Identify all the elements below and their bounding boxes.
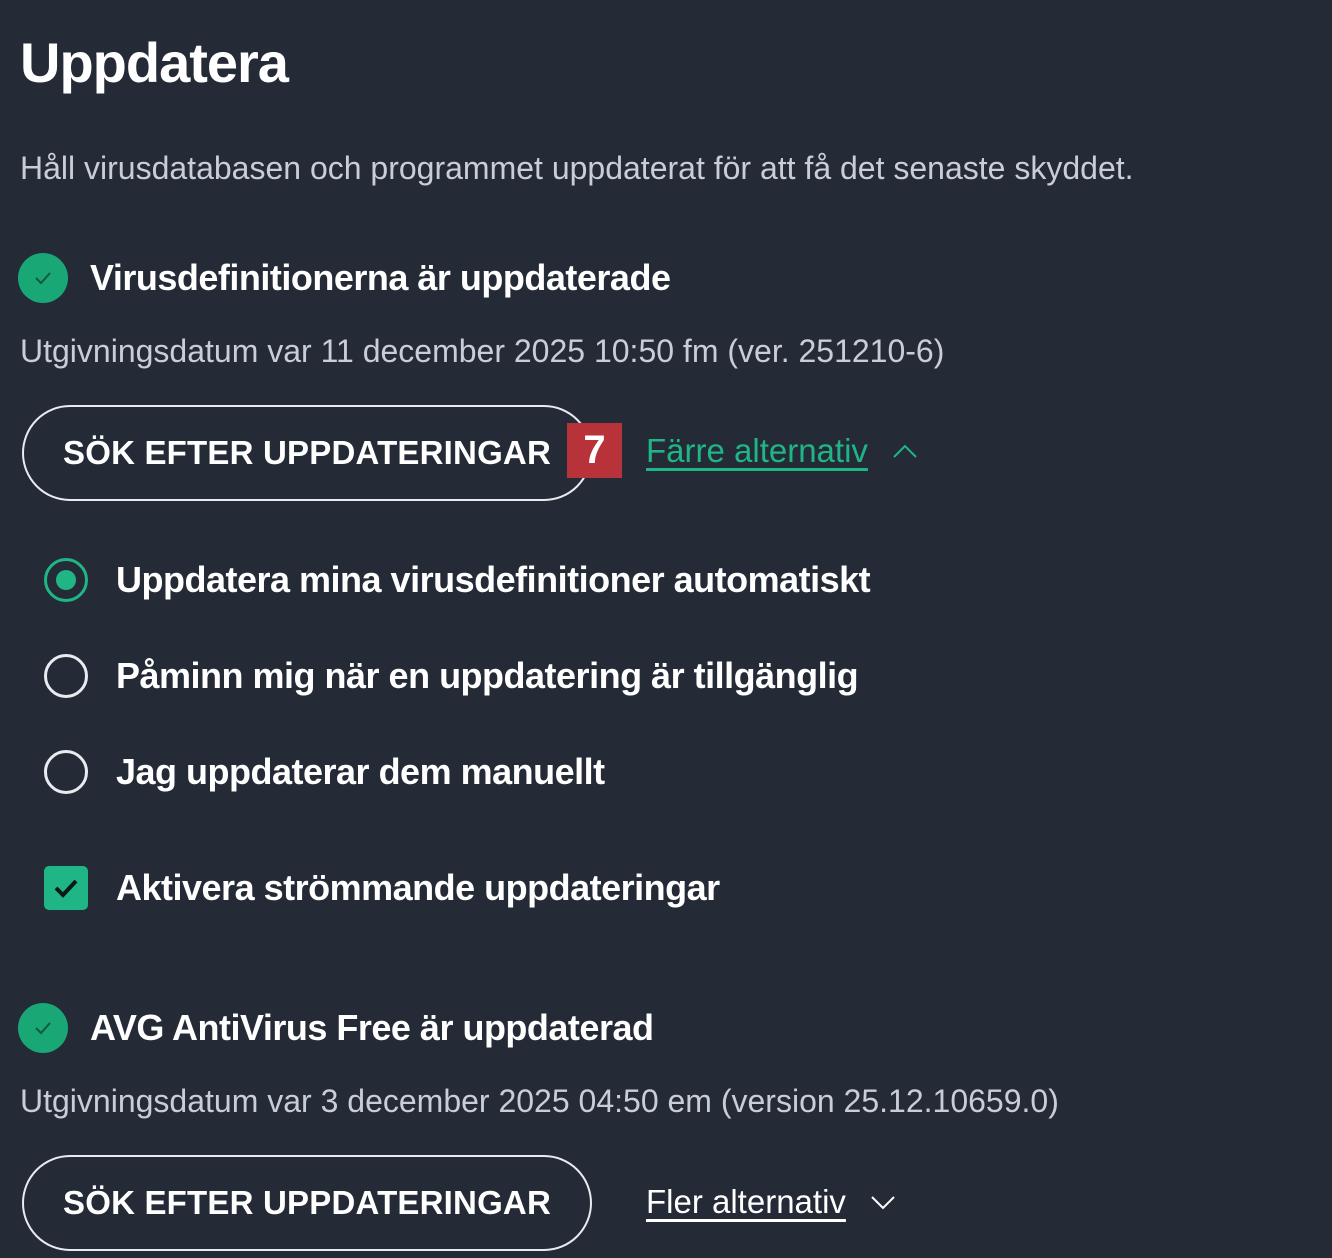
virus-definitions-status: Virusdefinitionerna är uppdaterade (18, 253, 671, 303)
chevron-down-icon (870, 1194, 896, 1210)
check-updates-button-virus[interactable]: SÖK EFTER UPPDATERINGAR (22, 405, 592, 501)
radio-update-automatically[interactable]: Uppdatera mina virusdefinitioner automat… (44, 558, 871, 602)
fewer-options-link[interactable]: Färre alternativ (646, 432, 918, 470)
more-options-label: Fler alternativ (646, 1183, 846, 1220)
fewer-options-label: Färre alternativ (646, 432, 868, 469)
radio-label: Påminn mig när en uppdatering är tillgän… (116, 655, 859, 696)
radio-unselected-icon[interactable] (44, 654, 88, 698)
radio-unselected-icon[interactable] (44, 750, 88, 794)
virus-definitions-release-info: Utgivningsdatum var 11 december 2025 10:… (20, 333, 945, 369)
more-options-link[interactable]: Fler alternativ (646, 1183, 896, 1221)
radio-selected-icon[interactable] (44, 558, 88, 602)
program-release-info: Utgivningsdatum var 3 december 2025 04:5… (20, 1083, 1059, 1119)
radio-update-manually[interactable]: Jag uppdaterar dem manuellt (44, 750, 605, 794)
radio-remind-me[interactable]: Påminn mig när en uppdatering är tillgän… (44, 654, 859, 698)
radio-label: Jag uppdaterar dem manuellt (116, 751, 605, 792)
program-status-text: AVG AntiVirus Free är uppdaterad (90, 1007, 654, 1048)
virus-definitions-status-text: Virusdefinitionerna är uppdaterade (90, 257, 671, 298)
page-title: Uppdatera (20, 31, 289, 94)
check-circle-icon (18, 253, 68, 303)
radio-label: Uppdatera mina virusdefinitioner automat… (116, 559, 871, 600)
streaming-updates-checkbox-row[interactable]: Aktivera strömmande uppdateringar (44, 866, 720, 910)
checkbox-checked-icon[interactable] (44, 866, 88, 910)
page-description: Håll virusdatabasen och programmet uppda… (20, 150, 1134, 186)
checkbox-label: Aktivera strömmande uppdateringar (116, 867, 720, 908)
check-updates-button-program[interactable]: SÖK EFTER UPPDATERINGAR (22, 1155, 592, 1251)
program-status: AVG AntiVirus Free är uppdaterad (18, 1003, 654, 1053)
check-circle-icon (18, 1003, 68, 1053)
chevron-up-icon (892, 443, 918, 459)
step-badge: 7 (567, 423, 622, 478)
